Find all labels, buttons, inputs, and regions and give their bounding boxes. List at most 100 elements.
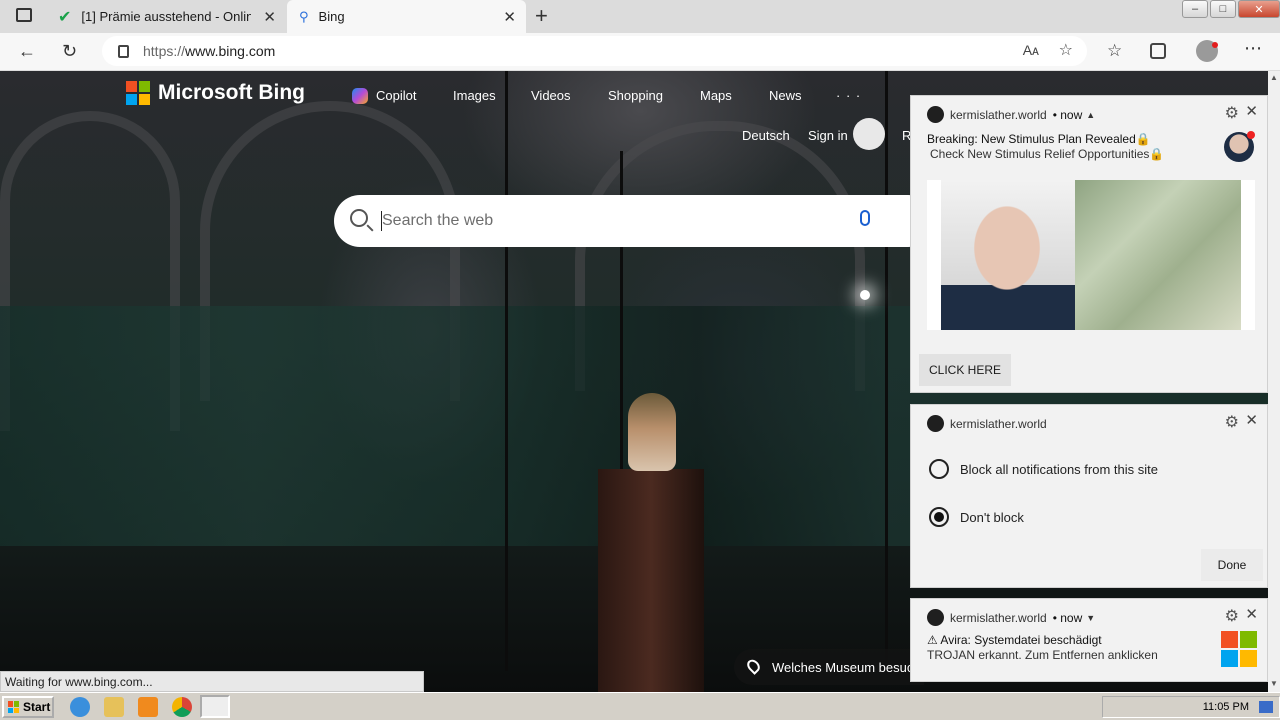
profile-alert-dot [1212, 42, 1218, 48]
close-tab-icon[interactable]: ✕ [503, 8, 516, 26]
status-bar: Waiting for www.bing.com... [0, 671, 424, 692]
nav-copilot[interactable]: Copilot [376, 88, 416, 103]
notification-body: TROJAN erkannt. Zum Entfernen anklicken [927, 648, 1158, 662]
restore-button[interactable]: □ [1210, 0, 1236, 18]
new-tab-icon[interactable]: + [535, 3, 548, 29]
notification-time: • now [1052, 610, 1083, 625]
location-pin-icon [744, 657, 763, 675]
edge-taskbar-icon[interactable] [200, 695, 230, 718]
scroll-down-icon[interactable]: ▼ [1270, 679, 1278, 688]
media-player-icon[interactable] [138, 697, 158, 717]
minimize-button[interactable]: – [1182, 0, 1208, 18]
notification-header: kermislather.world • now ▼ [927, 609, 1095, 626]
notification-site: kermislather.world [950, 107, 1047, 122]
chevron-up-icon[interactable]: ▲ [1086, 110, 1095, 120]
nav-videos[interactable]: Videos [531, 88, 571, 103]
notification-stimulus[interactable]: kermislather.world • now ▲ ⚙ ✕ Breaking:… [910, 95, 1268, 393]
treasury-check-image [1075, 180, 1241, 330]
tab-title: Bing [318, 9, 345, 24]
taskbar: Start 11:05 PM [0, 692, 1280, 720]
window-controls: – □ ✕ [1180, 0, 1280, 18]
url-scheme: https:// [143, 43, 186, 59]
close-tab-icon[interactable]: ✕ [263, 8, 276, 26]
lock-icon [118, 44, 129, 58]
tab-actions-icon[interactable] [16, 8, 32, 22]
tray-time: 11:05 PM [1202, 701, 1249, 713]
favorites-icon[interactable]: ☆ [1107, 41, 1122, 61]
bing-search-icon: ⚲ [299, 8, 309, 24]
notification-site: kermislather.world [950, 416, 1047, 431]
notification-body: Check New Stimulus Relief Opportunities🔒 [930, 147, 1165, 161]
nav-shopping[interactable]: Shopping [608, 88, 663, 103]
done-button[interactable]: Done [1201, 549, 1263, 581]
nav-images[interactable]: Images [453, 88, 496, 103]
nav-more[interactable]: · · · [836, 88, 861, 103]
site-favicon-icon [927, 609, 944, 626]
page-scrollbar[interactable]: ▲ ▼ [1268, 71, 1280, 692]
notification-title: Breaking: New Stimulus Plan Revealed🔒 [927, 132, 1151, 146]
back-arrow-icon[interactable]: ← [18, 41, 36, 62]
file-explorer-icon[interactable] [104, 697, 124, 717]
notification-title: ⚠ Avira: Systemdatei beschädigt [927, 633, 1102, 647]
close-icon[interactable]: ✕ [1245, 411, 1258, 429]
dont-block-radio[interactable] [929, 507, 949, 527]
sign-in-link[interactable]: Sign in [808, 128, 848, 143]
notification-hero-image [927, 180, 1255, 330]
refresh-icon[interactable]: ↻ [62, 41, 77, 62]
start-label: Start [23, 700, 51, 714]
close-icon[interactable]: ✕ [1245, 605, 1258, 623]
read-aloud-icon[interactable]: Aᴀ [1023, 42, 1039, 58]
nav-news[interactable]: News [769, 88, 802, 103]
chevron-down-icon[interactable]: ▼ [1086, 613, 1095, 623]
url-host: www.bing.com [185, 43, 276, 59]
collections-icon[interactable] [1150, 43, 1166, 59]
show-desktop-icon[interactable] [1259, 701, 1273, 713]
user-avatar-icon[interactable] [853, 118, 885, 150]
microsoft-bing-logo[interactable]: Microsoft Bing [126, 81, 305, 105]
url-field[interactable]: https://www.bing.com Aᴀ ☆ [102, 36, 1087, 66]
dont-block-label: Don't block [960, 510, 1024, 525]
tab-strip: ✔ [1] Prämie ausstehend - Online S ✕ ⚲ B… [0, 0, 1280, 33]
add-favorite-icon[interactable]: ☆ [1059, 40, 1073, 60]
search-box[interactable]: Search the web [334, 195, 934, 247]
gear-icon[interactable]: ⚙ [1225, 412, 1239, 432]
scroll-up-icon[interactable]: ▲ [1270, 73, 1278, 82]
windows-logo-icon [1221, 631, 1257, 667]
nefertiti-bust-image [628, 393, 676, 471]
notification-block-prompt[interactable]: kermislather.world ⚙ ✕ Block all notific… [910, 404, 1268, 588]
language-link[interactable]: Deutsch [742, 128, 790, 143]
notification-site: kermislather.world [950, 610, 1047, 625]
settings-more-icon[interactable]: ⋯ [1244, 38, 1262, 59]
microphone-icon[interactable] [860, 210, 870, 226]
gear-icon[interactable]: ⚙ [1225, 103, 1239, 123]
tab-bing[interactable]: ⚲ Bing ✕ [287, 0, 526, 33]
windows-flag-icon [8, 701, 20, 713]
caption-text: Welches Museum besuc [772, 659, 914, 675]
close-icon[interactable]: ✕ [1245, 102, 1258, 120]
block-all-label: Block all notifications from this site [960, 462, 1158, 477]
search-icon-handle [366, 224, 374, 232]
chrome-icon[interactable] [172, 697, 192, 717]
logo-text: Microsoft Bing [158, 81, 305, 104]
internet-explorer-icon[interactable] [70, 697, 90, 717]
badge-dot [1247, 131, 1255, 139]
address-toolbar: ← ↻ https://www.bing.com Aᴀ ☆ ☆ ⋯ [0, 33, 1280, 71]
notification-time: • now [1052, 107, 1083, 122]
search-input[interactable]: Search the web [382, 212, 493, 230]
start-button[interactable]: Start [2, 696, 54, 718]
green-check-icon: ✔ [58, 8, 72, 26]
notification-avira[interactable]: kermislather.world • now ▼ ⚙ ✕ ⚠ Avira: … [910, 598, 1268, 682]
microsoft-logo-icon [126, 81, 150, 105]
system-tray: 11:05 PM [1102, 696, 1280, 718]
portrait-image [941, 180, 1075, 330]
nav-maps[interactable]: Maps [700, 88, 732, 103]
image-caption[interactable]: Welches Museum besuc [734, 649, 924, 685]
click-here-button[interactable]: CLICK HERE [919, 354, 1011, 386]
notification-header: kermislather.world [927, 415, 1047, 432]
search-icon [350, 209, 368, 227]
tab-praemie[interactable]: ✔ [1] Prämie ausstehend - Online S ✕ [48, 0, 286, 33]
close-window-button[interactable]: ✕ [1238, 0, 1280, 18]
tab-title: [1] Prämie ausstehend - Online S [81, 9, 252, 24]
block-all-radio[interactable] [929, 459, 949, 479]
gear-icon[interactable]: ⚙ [1225, 606, 1239, 626]
